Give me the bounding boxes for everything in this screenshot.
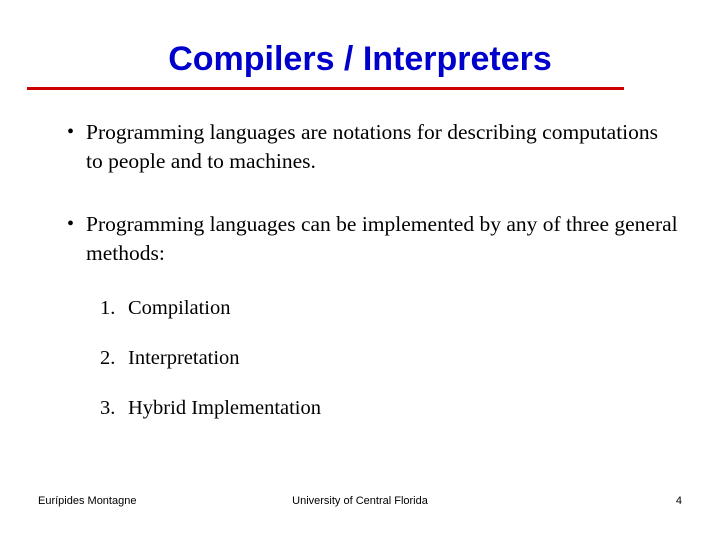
numbered-list: 1. Compilation 2. Interpretation 3. Hybr… (48, 294, 678, 422)
bullet-text: Programming languages are notations for … (86, 120, 659, 173)
list-item: 3. Hybrid Implementation (100, 394, 678, 422)
list-item-marker: 3. (100, 397, 116, 419)
page-title: Compilers / Interpreters (168, 40, 552, 78)
list-item-label: Compilation (128, 297, 231, 319)
bullet-text: Programming languages can be implemented… (86, 212, 678, 265)
list-item: 2. Interpretation (100, 344, 678, 372)
list-item-marker: 2. (100, 347, 116, 369)
slide-body: • Programming languages are notations fo… (48, 118, 678, 444)
slide: Compilers / Interpreters • Programming l… (0, 0, 720, 540)
list-item-marker: 1. (100, 297, 116, 319)
list-item-label: Interpretation (128, 347, 240, 369)
list-item-label: Hybrid Implementation (128, 397, 321, 419)
footer-institution: University of Central Florida (292, 495, 428, 507)
list-item: 1. Compilation (100, 294, 678, 322)
bullet-item: • Programming languages can be implement… (48, 210, 678, 268)
bullet-marker: • (66, 121, 74, 143)
slide-footer: Eurípides Montagne University of Central… (0, 495, 720, 515)
title-underline-rule (27, 87, 624, 90)
bullet-item: • Programming languages are notations fo… (48, 118, 678, 176)
footer-page-number: 4 (675, 495, 682, 507)
bullet-marker: • (66, 213, 74, 235)
